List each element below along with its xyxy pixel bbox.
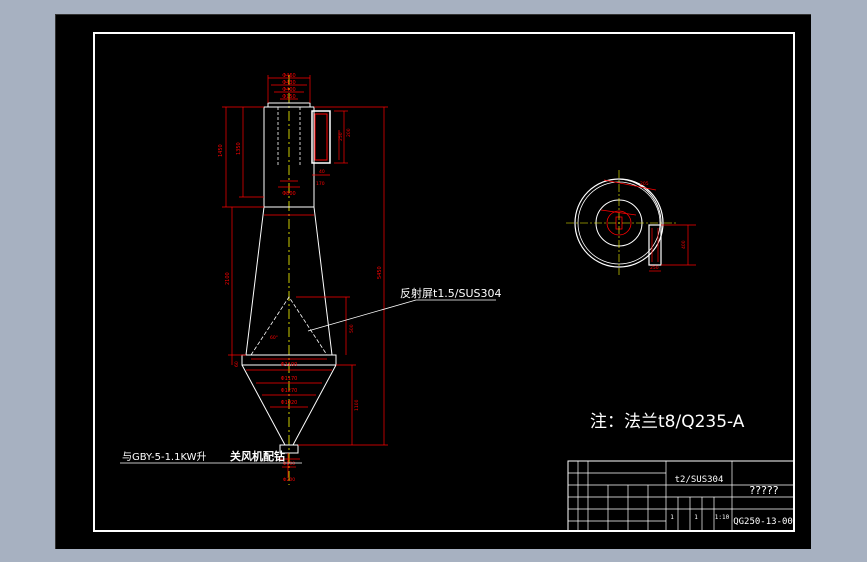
reflector-leader — [307, 299, 496, 332]
dim-inlet-2: 250 — [338, 132, 344, 141]
plan-dim-1: 400 — [681, 240, 687, 249]
title-scale: 1:10 — [715, 514, 730, 521]
dim-cone-h: 1100 — [354, 399, 360, 411]
dim-top-2: Φ430 — [282, 80, 295, 86]
plan-dim-2: 250 — [650, 265, 659, 271]
dim-lower-1: Φ1100 — [281, 362, 298, 368]
dim-inlet-1: 200 — [346, 128, 352, 137]
left-dimensions — [222, 106, 264, 365]
dim-skirt: 60 — [234, 361, 240, 367]
connection-note-prefix: 与GBY-5-1.1KW升 — [122, 451, 207, 463]
dim-top-3: Φ400 — [282, 87, 295, 93]
title-qty-b: 1 — [694, 514, 698, 521]
dim-top-4: Φ150 — [282, 94, 295, 100]
dim-height-2: 1350 — [236, 142, 242, 155]
title-material: t2/SUS304 — [675, 475, 724, 485]
main-note: 注：法兰t8/Q235-A — [590, 412, 745, 432]
dim-top-1: Φ460 — [282, 73, 295, 79]
cyclone-elevation: Φ460 Φ430 Φ400 Φ150 1450 1350 2100 5450 … — [120, 73, 502, 485]
drawing-sheet: Φ460 Φ430 Φ400 Φ150 1450 1350 2100 5450 … — [93, 32, 795, 532]
title-qty-a: 1 — [670, 514, 674, 521]
cad-viewport[interactable]: Φ460 Φ430 Φ400 Φ150 1450 1350 2100 5450 … — [55, 14, 811, 549]
dim-mid-1: Φ800 — [282, 191, 295, 197]
reflector-callout: 反射屏t1.5/SUS304 — [400, 286, 502, 300]
dim-height-total: 5450 — [377, 266, 383, 279]
dim-bottom-2: Φ200 — [283, 477, 295, 483]
right-dimensions — [296, 106, 388, 446]
plan-dim-3: 205 — [640, 181, 649, 187]
dim-lower-2: Φ1170 — [281, 376, 298, 382]
dim-height-3: 2100 — [225, 272, 231, 285]
connection-note-bold: 关风机配钻 — [230, 449, 285, 463]
title-name: ????? — [749, 484, 778, 497]
cyclone-plan-view: 400 250 205 — [566, 170, 696, 275]
dim-lower-3: Φ1270 — [281, 388, 298, 394]
dim-lower-4: Φ1020 — [281, 400, 298, 406]
dim-inlet-4: 170 — [316, 181, 325, 187]
dim-reflector-h: 500 — [349, 324, 355, 333]
dim-height-1: 1450 — [218, 144, 224, 157]
dim-inlet-3: 40 — [319, 169, 325, 175]
title-code: QG250-13-00 — [733, 517, 793, 527]
dim-angle: 60° — [270, 335, 278, 341]
